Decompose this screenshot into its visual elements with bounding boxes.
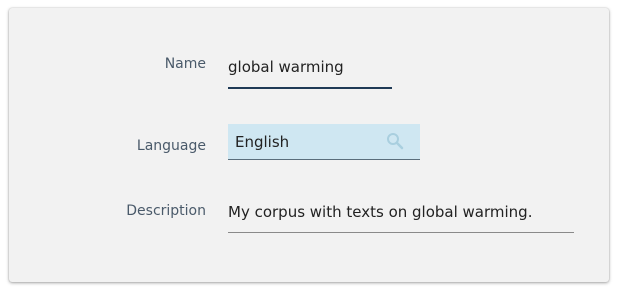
description-field[interactable]: My corpus with texts on global warming. xyxy=(228,194,574,234)
language-label: Language xyxy=(136,138,206,154)
search-icon[interactable] xyxy=(386,132,404,150)
name-value: global warming xyxy=(228,58,344,76)
name-field[interactable]: global warming xyxy=(228,50,392,90)
description-underline xyxy=(228,232,574,233)
language-select[interactable]: English xyxy=(228,124,420,160)
language-value: English xyxy=(235,133,290,151)
description-value: My corpus with texts on global warming. xyxy=(228,203,533,221)
name-label: Name xyxy=(164,56,206,72)
form-card: Name global warming Language English Des… xyxy=(9,8,609,282)
description-label: Description xyxy=(126,203,206,219)
name-underline xyxy=(228,87,392,89)
